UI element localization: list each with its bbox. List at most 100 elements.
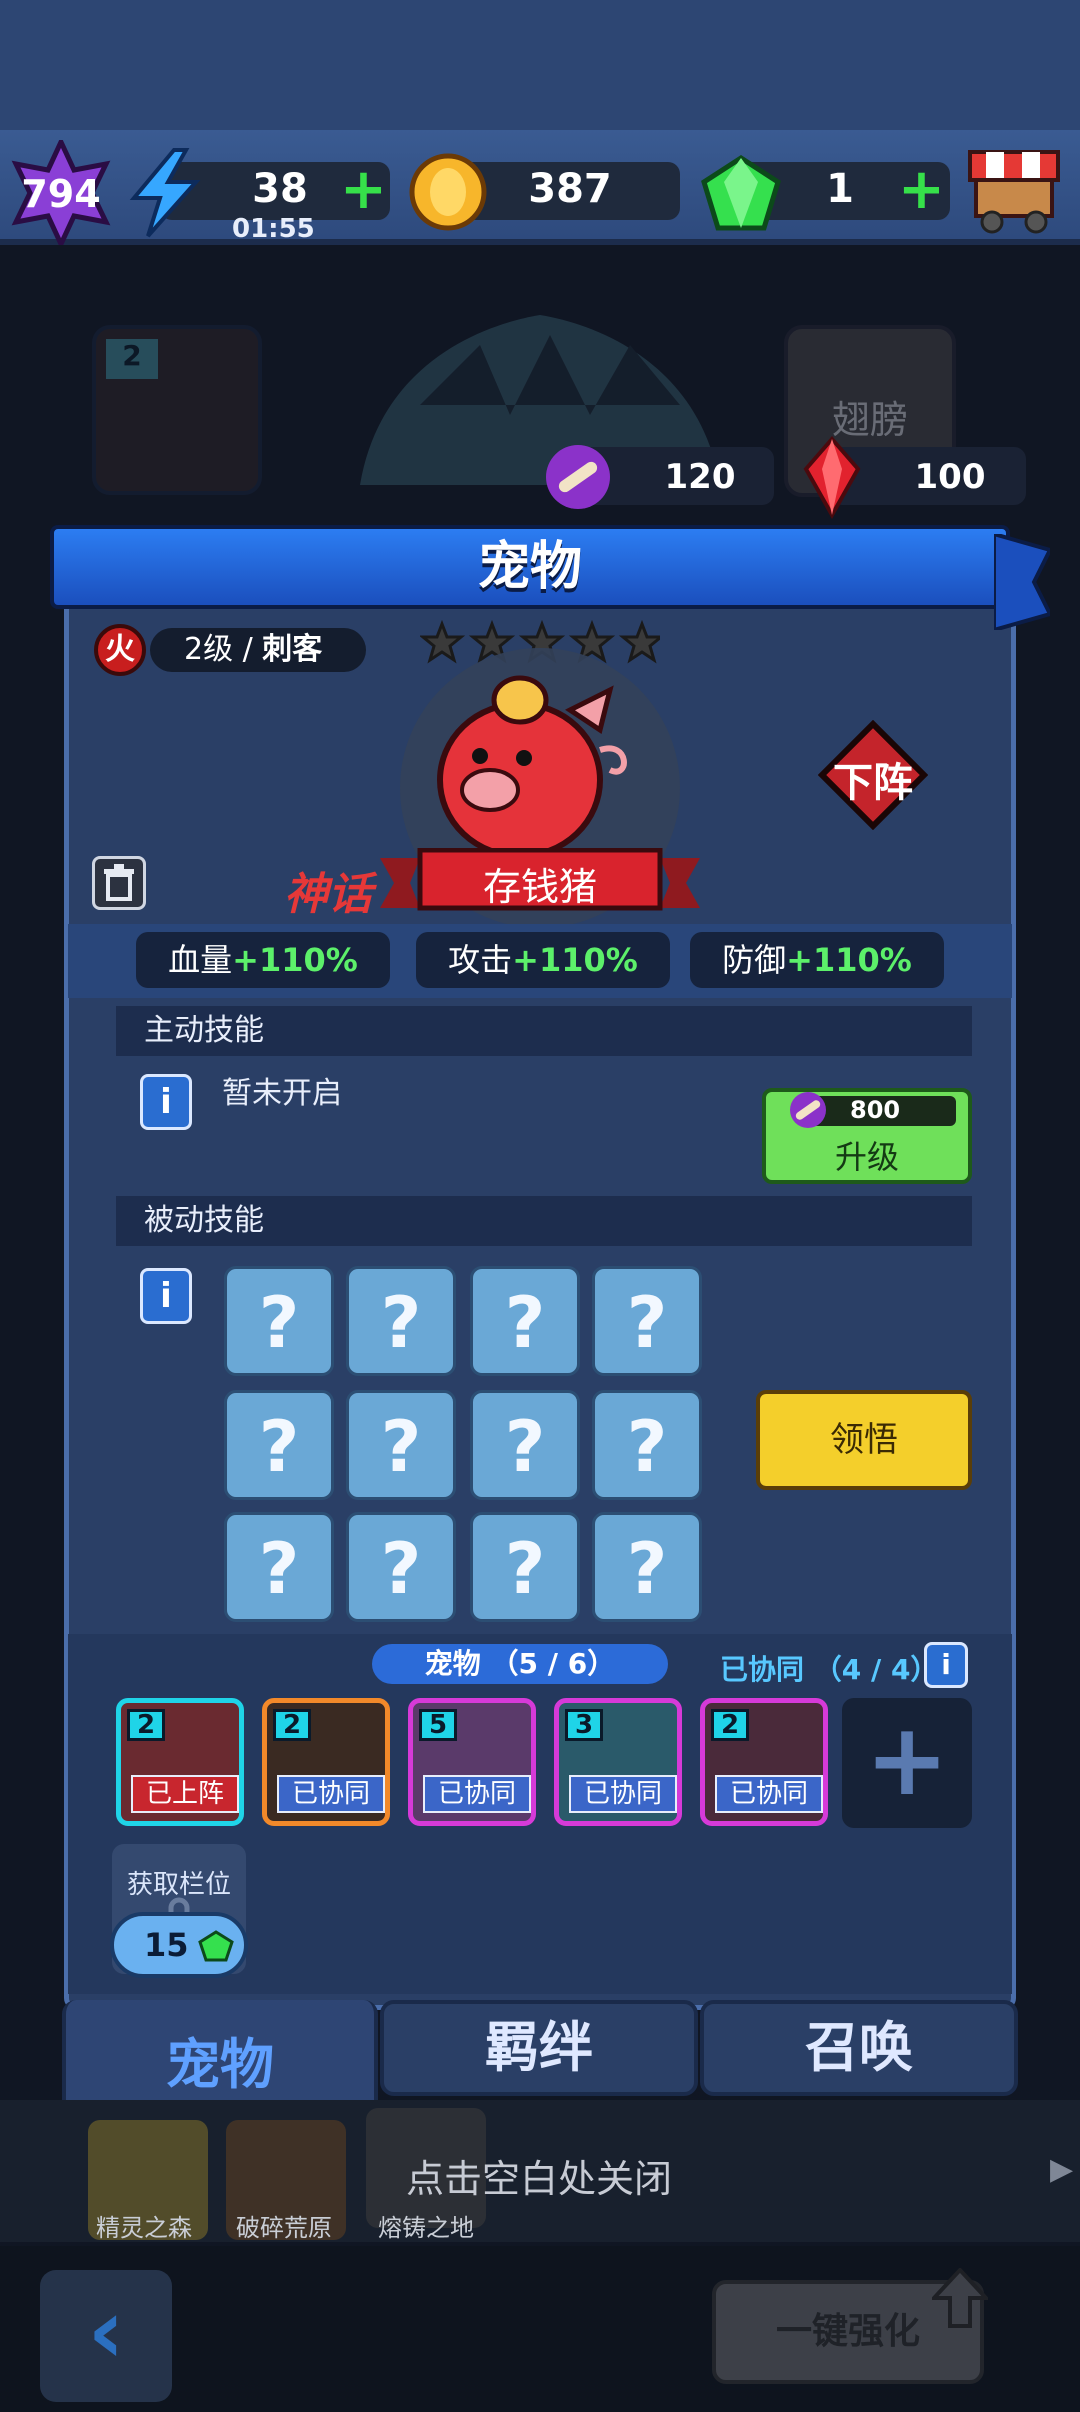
crystal-cost-value: 100	[914, 457, 986, 497]
up-arrow-icon	[932, 2268, 988, 2328]
comprehend-label: 领悟	[830, 1420, 898, 1460]
back-arrow-icon: ‹	[87, 2279, 125, 2384]
unequip-label: 下阵	[833, 760, 913, 806]
element-label: 火	[105, 632, 135, 667]
level-class-prefix: 2级 /	[184, 632, 263, 667]
element-badge: 火	[94, 624, 146, 676]
green-gem-icon-small	[198, 1930, 234, 1962]
active-skill-header: 主动技能	[116, 1006, 972, 1056]
coin-icon	[409, 153, 487, 231]
class-name: 刺客	[262, 632, 323, 667]
passive-skill-slot[interactable]: ?	[224, 1266, 334, 1376]
resource-bar: 794 38 01:55 + 387 1 +	[0, 130, 1080, 250]
bone-icon-small	[790, 1092, 826, 1128]
backdrop-slot-level: 2	[106, 339, 158, 379]
stat-def-value: +110%	[786, 941, 912, 979]
upgrade-button[interactable]: 800 升级	[762, 1088, 972, 1184]
active-skill-info-icon[interactable]: i	[140, 1074, 192, 1130]
back-button[interactable]: ‹	[40, 2270, 172, 2402]
stat-hp-value: +110%	[232, 941, 358, 979]
piggy-bank-pet-icon	[437, 675, 627, 859]
coins-value: 387	[528, 166, 612, 212]
pet-name: 存钱猪	[482, 865, 597, 909]
pet-roster-card[interactable]: 2 已协同	[262, 1698, 390, 1826]
trash-icon	[104, 864, 134, 901]
tab-pet-label: 宠物	[166, 2033, 274, 2096]
energy-timer: 01:55	[232, 214, 315, 244]
passive-skill-info-icon[interactable]: i	[140, 1268, 192, 1324]
pet-roster-status: 已协同	[277, 1775, 385, 1813]
pet-roster-level: 2	[273, 1709, 311, 1741]
passive-skill-slot[interactable]: ?	[470, 1266, 580, 1376]
pet-roster-level: 2	[711, 1709, 749, 1741]
red-crystal-icon	[803, 435, 861, 519]
passive-skill-slot[interactable]: ?	[346, 1390, 456, 1500]
synergy-info-icon[interactable]: i	[924, 1642, 968, 1688]
unequip-button[interactable]: 下阵	[817, 719, 929, 831]
active-skill-text: 暂未开启	[222, 1076, 342, 1111]
stat-def-label: 防御	[722, 941, 787, 979]
pet-roster-card[interactable]: 2 已上阵	[116, 1698, 244, 1826]
pet-roster-level: 2	[127, 1709, 165, 1741]
tab-summon-label: 召唤	[805, 2016, 913, 2079]
tab-bond-label: 羁绊	[485, 2016, 593, 2079]
map-label-forest: 精灵之森	[96, 2214, 192, 2242]
stat-hp: 血量+110%	[136, 932, 390, 988]
energy-value: 38	[252, 166, 308, 212]
passive-skill-slot[interactable]: ?	[224, 1512, 334, 1622]
passive-skill-slot[interactable]: ?	[592, 1266, 702, 1376]
tab-bond[interactable]: 羁绊	[380, 2000, 698, 2096]
passive-skill-slot[interactable]: ?	[592, 1512, 702, 1622]
shop-cart-icon	[968, 150, 1060, 234]
bone-icon	[546, 445, 610, 509]
comprehend-button[interactable]: 领悟	[756, 1390, 972, 1490]
map-next-arrow-icon[interactable]: ▶	[1050, 2152, 1073, 2187]
stat-atk-value: +110%	[512, 941, 638, 979]
map-label-forge: 熔铸之地	[378, 2214, 474, 2242]
roster-count: 宠物 （5 / 6）	[424, 1647, 616, 1680]
pet-roster-status: 已协同	[569, 1775, 677, 1813]
pet-roster-status: 已上阵	[131, 1775, 239, 1813]
passive-skill-header: 被动技能	[116, 1196, 972, 1246]
auto-upgrade-label: 一键强化	[775, 2311, 920, 2352]
passive-skill-slot[interactable]: ?	[470, 1512, 580, 1622]
release-pet-button[interactable]	[92, 856, 146, 910]
add-gems-button[interactable]: +	[898, 162, 945, 218]
add-energy-button[interactable]: +	[340, 162, 387, 218]
slot-cost: 15	[144, 1926, 189, 1964]
stat-hp-label: 血量	[168, 941, 233, 979]
pet-roster-status: 已协同	[715, 1775, 823, 1813]
lightning-icon	[129, 148, 201, 238]
stat-atk: 攻击+110%	[416, 932, 670, 988]
green-gem-icon	[701, 155, 781, 231]
player-level-badge[interactable]: 794	[8, 136, 114, 250]
passive-skill-slot[interactable]: ?	[224, 1390, 334, 1500]
panel-title-banner: 宠物	[50, 525, 1010, 609]
level-class-pill: 2级 / 刺客	[150, 628, 366, 672]
pet-roster-status: 已协同	[423, 1775, 531, 1813]
pet-roster-card[interactable]: 5 已协同	[408, 1698, 536, 1826]
shop-cart-button[interactable]	[964, 146, 1064, 236]
panel-title: 宠物	[477, 537, 582, 597]
close-hint: 点击空白处关闭	[406, 2157, 673, 2201]
passive-skill-slot[interactable]: ?	[346, 1266, 456, 1376]
pet-roster-card[interactable]: 3 已协同	[554, 1698, 682, 1826]
upgrade-cost: 800	[850, 1096, 901, 1124]
player-level: 794	[21, 172, 101, 216]
passive-skill-slot[interactable]: ?	[592, 1390, 702, 1500]
banner-ribbon-tail-icon	[994, 534, 1050, 630]
slot-cost-button[interactable]: 15	[110, 1912, 248, 1978]
gems-value: 1	[826, 166, 854, 212]
bone-cost-value: 120	[664, 457, 736, 497]
synergy-count: 已协同 （4 / 4）	[720, 1653, 939, 1686]
stat-def: 防御+110%	[690, 932, 944, 988]
pet-roster-card[interactable]: 2 已协同	[700, 1698, 828, 1826]
pet-roster-level: 5	[419, 1709, 457, 1741]
passive-skill-slot[interactable]: ?	[470, 1390, 580, 1500]
roster-count-pill: 宠物 （5 / 6）	[372, 1644, 668, 1684]
add-pet-slot-button[interactable]: +	[842, 1698, 972, 1828]
pet-roster-level: 3	[565, 1709, 603, 1741]
tab-summon[interactable]: 召唤	[700, 2000, 1018, 2096]
passive-skill-slot[interactable]: ?	[346, 1512, 456, 1622]
backdrop-pet-slot: 2	[92, 325, 262, 495]
